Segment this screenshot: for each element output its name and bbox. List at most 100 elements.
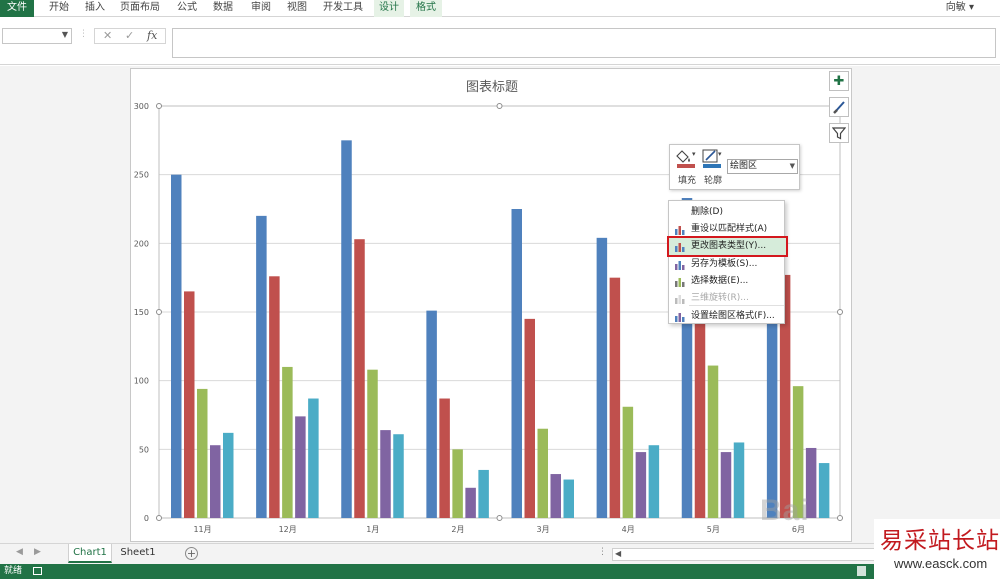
name-box[interactable]: ▼ [2, 28, 72, 44]
context-menu-item[interactable]: 删除(D) [669, 204, 786, 221]
bar-series4[interactable] [295, 416, 306, 518]
fill-button[interactable]: ▾ 填充 [674, 148, 700, 186]
bar-series5[interactable] [818, 463, 830, 518]
chart-filters-button[interactable] [829, 123, 849, 143]
ribbon-tab[interactable]: 数据 [206, 0, 240, 17]
context-menu-label: 更改图表类型(Y)... [691, 241, 767, 251]
scroll-left-icon[interactable]: ◀ [16, 547, 23, 557]
bar-series3[interactable] [707, 365, 719, 518]
horizontal-scrollbar[interactable]: ◀ [612, 548, 884, 561]
x-tick-label[interactable]: 3月 [537, 525, 550, 534]
insert-function-button[interactable]: fx [147, 29, 157, 43]
context-menu-item[interactable]: 设置绘图区格式(F)... [669, 308, 786, 325]
bar-series4[interactable] [380, 430, 391, 518]
normal-view-icon[interactable] [857, 566, 866, 576]
x-tick-label[interactable]: 12月 [279, 525, 297, 534]
formula-bar: ▼ ⋮ ✕ ✓ fx [0, 17, 1000, 65]
x-tick-label[interactable]: 11月 [193, 525, 211, 534]
sheet-tab-sheet1[interactable]: Sheet1 [116, 544, 160, 563]
x-tick-label[interactable]: 5月 [707, 525, 720, 534]
bar-series3[interactable] [622, 406, 634, 518]
bar-series1[interactable] [256, 215, 267, 518]
selection-handle[interactable] [837, 309, 843, 315]
context-menu-item[interactable]: 重设以匹配样式(A) [669, 221, 786, 238]
ribbon-tab[interactable]: 审阅 [244, 0, 278, 17]
chart-elements-button[interactable]: ✚ [829, 71, 849, 91]
bar-series2[interactable] [439, 398, 450, 518]
selection-handle[interactable] [837, 515, 843, 521]
bar-series5[interactable] [223, 432, 234, 518]
bar-series2[interactable] [354, 239, 365, 519]
status-bar: 就绪 [0, 564, 1000, 579]
ribbon-tab[interactable]: 页面布局 [116, 0, 164, 17]
chart-title[interactable]: 图表标题 [466, 80, 518, 95]
bar-series2[interactable] [524, 318, 536, 518]
y-tick-label[interactable]: 250 [134, 171, 149, 180]
ribbon-tab[interactable]: 设计 [374, 0, 404, 17]
formula-input[interactable] [172, 28, 996, 58]
outline-button[interactable]: ▾ 轮廓 [700, 148, 726, 186]
bar-series5[interactable] [308, 398, 319, 518]
selection-handle[interactable] [156, 309, 162, 315]
add-sheet-button[interactable]: + [185, 547, 198, 560]
bar-series4[interactable] [720, 452, 732, 518]
ribbon-tab[interactable]: 文件 [0, 0, 34, 17]
bar-series5[interactable] [648, 445, 660, 518]
bar-series5[interactable] [478, 469, 489, 518]
ribbon-tab[interactable]: 格式 [410, 0, 442, 17]
tab-split-handle[interactable]: ⋮ [598, 547, 607, 557]
bar-series2[interactable] [184, 291, 195, 518]
chart-styles-button[interactable] [829, 97, 849, 117]
ribbon-tab[interactable]: 开发工具 [318, 0, 368, 17]
chart-element-select[interactable]: 绘图区 ▼ [727, 159, 798, 174]
bar-series1[interactable] [596, 237, 608, 518]
y-tick-label[interactable]: 0 [144, 514, 149, 523]
ribbon-tab[interactable]: 插入 [78, 0, 112, 17]
context-menu-item[interactable]: 选择数据(E)... [669, 273, 786, 290]
selection-handle[interactable] [496, 103, 503, 109]
selection-handle[interactable] [156, 103, 162, 109]
change-chart-type-icon [674, 241, 685, 252]
y-tick-label[interactable]: 50 [139, 445, 149, 454]
y-tick-label[interactable]: 300 [134, 102, 149, 111]
user-name[interactable]: 向敏 ▾ [946, 0, 974, 17]
chevron-down-icon[interactable]: ▼ [62, 30, 68, 39]
x-tick-label[interactable]: 4月 [622, 525, 635, 534]
context-menu-item[interactable]: 另存为模板(S)... [669, 256, 786, 273]
bar-series3[interactable] [197, 388, 208, 518]
bar-series1[interactable] [341, 140, 352, 518]
bar-series4[interactable] [550, 474, 562, 518]
cancel-icon[interactable]: ✕ [103, 29, 112, 43]
enter-icon[interactable]: ✓ [125, 29, 134, 43]
bar-series4[interactable] [465, 487, 476, 518]
selection-handle[interactable] [496, 515, 503, 521]
sheet-tab-chart1[interactable]: Chart1 [68, 544, 112, 563]
bar-series1[interactable] [426, 310, 437, 518]
bar-series4[interactable] [210, 445, 221, 518]
ribbon-tab[interactable]: 视图 [280, 0, 314, 17]
bar-series2[interactable] [269, 276, 280, 518]
bar-series2[interactable] [609, 277, 621, 518]
bar-series5[interactable] [733, 442, 745, 518]
scroll-left-arrow-icon[interactable]: ◀ [615, 549, 621, 558]
y-tick-label[interactable]: 150 [134, 308, 149, 317]
bar-series5[interactable] [563, 479, 575, 518]
scroll-right-icon[interactable]: ▶ [34, 547, 41, 557]
y-tick-label[interactable]: 200 [134, 239, 149, 248]
y-tick-label[interactable]: 100 [134, 377, 149, 386]
bar-series1[interactable] [171, 174, 182, 518]
bar-series5[interactable] [393, 434, 404, 518]
ribbon-tab[interactable]: 开始 [42, 0, 76, 17]
x-tick-label[interactable]: 2月 [451, 525, 464, 534]
bar-series3[interactable] [452, 449, 463, 518]
ribbon-tab[interactable]: 公式 [170, 0, 204, 17]
macro-record-icon[interactable] [33, 567, 42, 575]
bar-series4[interactable] [635, 452, 647, 518]
bar-series3[interactable] [282, 366, 293, 518]
context-menu-item[interactable]: 更改图表类型(Y)... [667, 236, 788, 257]
bar-series1[interactable] [511, 209, 523, 518]
bar-series3[interactable] [367, 369, 378, 518]
selection-handle[interactable] [156, 515, 162, 521]
bar-series3[interactable] [537, 428, 549, 518]
x-tick-label[interactable]: 1月 [366, 525, 379, 534]
